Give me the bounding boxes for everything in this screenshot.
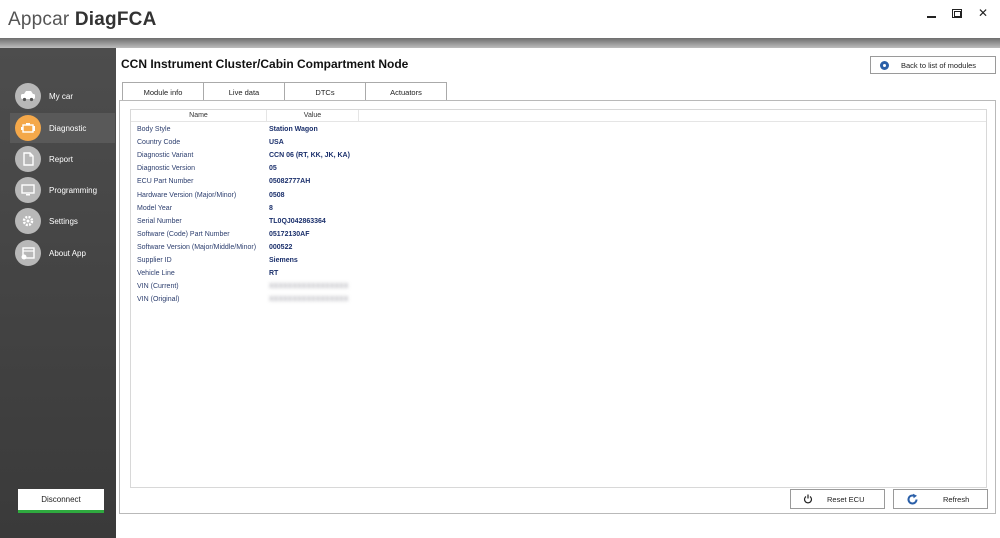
car-icon: [15, 83, 41, 109]
close-icon: ✕: [977, 6, 989, 20]
document-icon: [15, 146, 41, 172]
row-name: VIN (Original): [137, 296, 180, 304]
back-circle-icon: [880, 60, 889, 70]
refresh-icon: [907, 493, 918, 504]
back-button-label: Back to list of modules: [901, 60, 977, 70]
row-value: 05082777AH: [269, 178, 311, 186]
row-name: ECU Part Number: [137, 178, 194, 186]
row-name: Serial Number: [137, 217, 182, 225]
row-name: Country Code: [137, 139, 181, 147]
row-value: CCN 06 (RT, KK, JK, KA): [269, 152, 350, 160]
info-window-icon: [15, 240, 41, 266]
table-row[interactable]: Diagnostic Version 05: [131, 162, 986, 175]
table-row[interactable]: Software (Code) Part Number 05172130AF: [131, 228, 986, 241]
sidebar-item-label: About App: [49, 248, 86, 258]
row-name: VIN (Current): [137, 283, 179, 291]
row-name: Body Style: [137, 126, 171, 134]
title-bar: Appcar DiagFCA ✕: [0, 0, 1000, 38]
row-value: Siemens: [269, 256, 298, 264]
row-value: 05: [269, 165, 277, 173]
refresh-label: Refresh: [943, 494, 970, 504]
tab-actuators[interactable]: Actuators: [365, 82, 447, 101]
sidebar-item-my-car[interactable]: My car: [10, 81, 110, 111]
table-row[interactable]: Software Version (Major/Middle/Minor) 000…: [131, 241, 986, 254]
table-row[interactable]: Hardware Version (Major/Minor) 0508: [131, 188, 986, 201]
sidebar-item-label: Report: [49, 154, 74, 164]
table-row[interactable]: Country Code USA: [131, 136, 986, 149]
app-title: Appcar DiagFCA: [8, 9, 157, 31]
refresh-button[interactable]: Refresh: [893, 489, 988, 509]
row-value: 000522: [269, 243, 293, 251]
header-strip: [0, 38, 1000, 48]
row-value-redacted: XXXXXXXXXXXXXXXXX: [269, 296, 349, 304]
row-value: 05172130AF: [269, 230, 310, 238]
table-header: Name Value: [131, 110, 986, 122]
column-header-name[interactable]: Name: [131, 110, 267, 121]
table-row[interactable]: VIN (Current) XXXXXXXXXXXXXXXXX: [131, 280, 986, 293]
row-value: Station Wagon: [269, 126, 318, 134]
main-area: CCN Instrument Cluster/Cabin Compartment…: [116, 48, 1000, 538]
row-name: Diagnostic Version: [137, 165, 195, 173]
row-name: Software (Code) Part Number: [137, 230, 230, 238]
row-name: Model Year: [137, 204, 173, 212]
gear-icon: [15, 208, 41, 234]
row-name: Software Version (Major/Middle/Minor): [137, 243, 257, 251]
table-row[interactable]: Model Year 8: [131, 202, 986, 215]
module-info-table[interactable]: Name Value Body Style Station Wagon Count…: [130, 109, 987, 488]
maximize-icon: [952, 9, 962, 19]
tab-live-data[interactable]: Live data: [203, 82, 285, 101]
minimize-icon: [926, 15, 936, 18]
table-rows: Body Style Station Wagon Country Code USA …: [131, 123, 986, 306]
table-row[interactable]: ECU Part Number 05082777AH: [131, 175, 986, 188]
row-name: Vehicle Line: [137, 270, 175, 278]
row-name: Diagnostic Variant: [137, 152, 194, 160]
sidebar-item-settings[interactable]: Settings: [10, 206, 110, 236]
sidebar-item-label: Diagnostic: [49, 123, 87, 133]
close-button[interactable]: ✕: [972, 4, 994, 22]
row-value: USA: [269, 139, 284, 147]
power-icon: [803, 494, 813, 504]
table-row[interactable]: Serial Number TL0QJ042863364: [131, 215, 986, 228]
sidebar-item-label: My car: [49, 91, 73, 101]
minimize-button[interactable]: [920, 4, 942, 22]
row-value: 8: [269, 204, 273, 212]
sidebar-item-report[interactable]: Report: [10, 144, 110, 174]
monitor-icon: [15, 177, 41, 203]
table-row[interactable]: Supplier ID Siemens: [131, 254, 986, 267]
table-row[interactable]: Vehicle Line RT: [131, 267, 986, 280]
sidebar-item-programming[interactable]: Programming: [10, 175, 110, 205]
tab-dtcs[interactable]: DTCs: [284, 82, 366, 101]
table-row[interactable]: Body Style Station Wagon: [131, 123, 986, 136]
disconnect-button[interactable]: Disconnect: [18, 489, 104, 513]
column-header-value[interactable]: Value: [267, 110, 359, 121]
row-name: Hardware Version (Major/Minor): [137, 191, 237, 199]
tab-bar: Module info Live data DTCs Actuators: [122, 82, 447, 102]
row-value: RT: [269, 270, 279, 278]
sidebar: My car Diagnostic Report Programming Set…: [0, 48, 116, 538]
module-info-panel: Name Value Body Style Station Wagon Count…: [119, 100, 996, 514]
table-row[interactable]: Diagnostic Variant CCN 06 (RT, KK, JK, KA…: [131, 149, 986, 162]
sidebar-item-diagnostic[interactable]: Diagnostic: [10, 113, 115, 143]
sidebar-item-label: Settings: [49, 216, 78, 226]
engine-icon: [15, 115, 41, 141]
row-name: Supplier ID: [137, 256, 172, 264]
row-value-redacted: XXXXXXXXXXXXXXXXX: [269, 283, 349, 291]
row-value: TL0QJ042863364: [269, 217, 326, 225]
app-title-bold: DiagFCA: [74, 9, 157, 30]
reset-ecu-button[interactable]: Reset ECU: [790, 489, 885, 509]
sidebar-item-label: Programming: [49, 185, 98, 195]
row-value: 0508: [269, 191, 285, 199]
table-row[interactable]: VIN (Original) XXXXXXXXXXXXXXXXX: [131, 293, 986, 306]
maximize-button[interactable]: [946, 4, 968, 22]
tab-module-info[interactable]: Module info: [122, 82, 204, 102]
reset-ecu-label: Reset ECU: [827, 494, 865, 504]
page-title: CCN Instrument Cluster/Cabin Compartment…: [121, 57, 409, 71]
sidebar-item-about-app[interactable]: About App: [10, 238, 110, 268]
app-title-light: Appcar: [8, 9, 75, 30]
back-to-modules-button[interactable]: Back to list of modules: [870, 56, 996, 74]
